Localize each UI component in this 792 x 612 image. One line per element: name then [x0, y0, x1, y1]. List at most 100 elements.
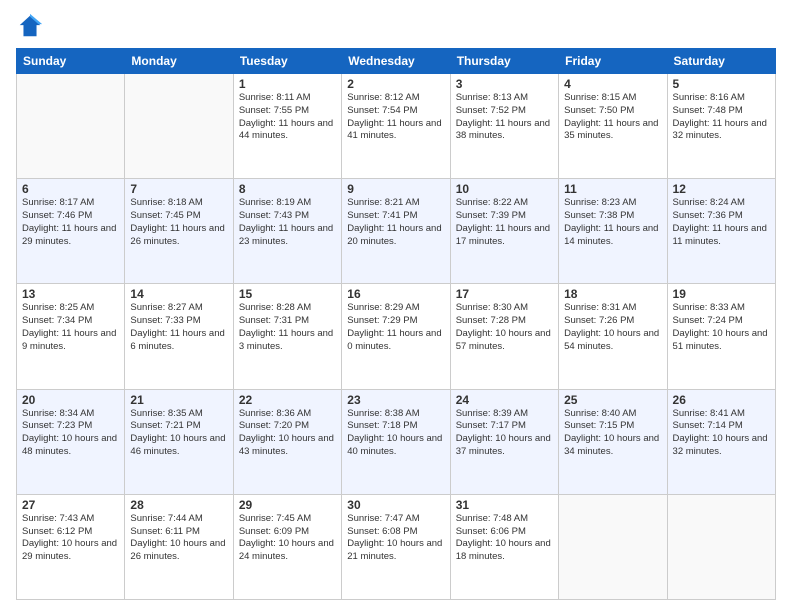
- day-number: 29: [239, 498, 336, 512]
- logo: [16, 12, 48, 40]
- header: [16, 12, 776, 40]
- day-number: 14: [130, 287, 227, 301]
- weekday-header-row: SundayMondayTuesdayWednesdayThursdayFrid…: [17, 49, 776, 74]
- calendar-cell: 10Sunrise: 8:22 AM Sunset: 7:39 PM Dayli…: [450, 179, 558, 284]
- day-number: 12: [673, 182, 770, 196]
- calendar-cell: 13Sunrise: 8:25 AM Sunset: 7:34 PM Dayli…: [17, 284, 125, 389]
- calendar-cell: 1Sunrise: 8:11 AM Sunset: 7:55 PM Daylig…: [233, 74, 341, 179]
- day-number: 3: [456, 77, 553, 91]
- calendar-cell: 3Sunrise: 8:13 AM Sunset: 7:52 PM Daylig…: [450, 74, 558, 179]
- calendar-cell: 8Sunrise: 8:19 AM Sunset: 7:43 PM Daylig…: [233, 179, 341, 284]
- day-info: Sunrise: 8:41 AM Sunset: 7:14 PM Dayligh…: [673, 408, 770, 459]
- calendar-cell: 2Sunrise: 8:12 AM Sunset: 7:54 PM Daylig…: [342, 74, 450, 179]
- day-number: 11: [564, 182, 661, 196]
- calendar-cell: [125, 74, 233, 179]
- day-info: Sunrise: 8:40 AM Sunset: 7:15 PM Dayligh…: [564, 408, 661, 459]
- calendar-cell: 5Sunrise: 8:16 AM Sunset: 7:48 PM Daylig…: [667, 74, 775, 179]
- day-info: Sunrise: 8:11 AM Sunset: 7:55 PM Dayligh…: [239, 92, 336, 143]
- day-info: Sunrise: 8:31 AM Sunset: 7:26 PM Dayligh…: [564, 302, 661, 353]
- calendar-cell: 24Sunrise: 8:39 AM Sunset: 7:17 PM Dayli…: [450, 389, 558, 494]
- day-info: Sunrise: 7:45 AM Sunset: 6:09 PM Dayligh…: [239, 513, 336, 564]
- day-info: Sunrise: 7:48 AM Sunset: 6:06 PM Dayligh…: [456, 513, 553, 564]
- day-info: Sunrise: 8:36 AM Sunset: 7:20 PM Dayligh…: [239, 408, 336, 459]
- calendar-cell: 11Sunrise: 8:23 AM Sunset: 7:38 PM Dayli…: [559, 179, 667, 284]
- calendar-cell: 6Sunrise: 8:17 AM Sunset: 7:46 PM Daylig…: [17, 179, 125, 284]
- day-info: Sunrise: 8:18 AM Sunset: 7:45 PM Dayligh…: [130, 197, 227, 248]
- day-number: 28: [130, 498, 227, 512]
- day-info: Sunrise: 8:17 AM Sunset: 7:46 PM Dayligh…: [22, 197, 119, 248]
- day-number: 15: [239, 287, 336, 301]
- day-info: Sunrise: 8:24 AM Sunset: 7:36 PM Dayligh…: [673, 197, 770, 248]
- calendar-cell: 7Sunrise: 8:18 AM Sunset: 7:45 PM Daylig…: [125, 179, 233, 284]
- calendar-cell: 4Sunrise: 8:15 AM Sunset: 7:50 PM Daylig…: [559, 74, 667, 179]
- weekday-header-wednesday: Wednesday: [342, 49, 450, 74]
- day-number: 6: [22, 182, 119, 196]
- day-info: Sunrise: 8:27 AM Sunset: 7:33 PM Dayligh…: [130, 302, 227, 353]
- day-number: 5: [673, 77, 770, 91]
- calendar-cell: 19Sunrise: 8:33 AM Sunset: 7:24 PM Dayli…: [667, 284, 775, 389]
- day-info: Sunrise: 8:28 AM Sunset: 7:31 PM Dayligh…: [239, 302, 336, 353]
- day-info: Sunrise: 7:43 AM Sunset: 6:12 PM Dayligh…: [22, 513, 119, 564]
- day-info: Sunrise: 8:15 AM Sunset: 7:50 PM Dayligh…: [564, 92, 661, 143]
- calendar-cell: 28Sunrise: 7:44 AM Sunset: 6:11 PM Dayli…: [125, 494, 233, 599]
- day-number: 1: [239, 77, 336, 91]
- day-info: Sunrise: 8:22 AM Sunset: 7:39 PM Dayligh…: [456, 197, 553, 248]
- calendar-cell: 27Sunrise: 7:43 AM Sunset: 6:12 PM Dayli…: [17, 494, 125, 599]
- day-info: Sunrise: 7:47 AM Sunset: 6:08 PM Dayligh…: [347, 513, 444, 564]
- calendar-cell: 25Sunrise: 8:40 AM Sunset: 7:15 PM Dayli…: [559, 389, 667, 494]
- day-number: 7: [130, 182, 227, 196]
- weekday-header-tuesday: Tuesday: [233, 49, 341, 74]
- calendar-cell: [17, 74, 125, 179]
- day-number: 10: [456, 182, 553, 196]
- day-number: 25: [564, 393, 661, 407]
- day-number: 18: [564, 287, 661, 301]
- calendar-cell: 23Sunrise: 8:38 AM Sunset: 7:18 PM Dayli…: [342, 389, 450, 494]
- day-number: 21: [130, 393, 227, 407]
- calendar-cell: 16Sunrise: 8:29 AM Sunset: 7:29 PM Dayli…: [342, 284, 450, 389]
- day-info: Sunrise: 7:44 AM Sunset: 6:11 PM Dayligh…: [130, 513, 227, 564]
- day-number: 31: [456, 498, 553, 512]
- calendar-week-row: 20Sunrise: 8:34 AM Sunset: 7:23 PM Dayli…: [17, 389, 776, 494]
- day-info: Sunrise: 8:33 AM Sunset: 7:24 PM Dayligh…: [673, 302, 770, 353]
- day-info: Sunrise: 8:21 AM Sunset: 7:41 PM Dayligh…: [347, 197, 444, 248]
- calendar-cell: [667, 494, 775, 599]
- day-number: 23: [347, 393, 444, 407]
- day-number: 4: [564, 77, 661, 91]
- day-number: 30: [347, 498, 444, 512]
- calendar-cell: 9Sunrise: 8:21 AM Sunset: 7:41 PM Daylig…: [342, 179, 450, 284]
- calendar-week-row: 6Sunrise: 8:17 AM Sunset: 7:46 PM Daylig…: [17, 179, 776, 284]
- calendar-cell: 26Sunrise: 8:41 AM Sunset: 7:14 PM Dayli…: [667, 389, 775, 494]
- calendar-cell: 15Sunrise: 8:28 AM Sunset: 7:31 PM Dayli…: [233, 284, 341, 389]
- weekday-header-friday: Friday: [559, 49, 667, 74]
- day-info: Sunrise: 8:35 AM Sunset: 7:21 PM Dayligh…: [130, 408, 227, 459]
- day-info: Sunrise: 8:19 AM Sunset: 7:43 PM Dayligh…: [239, 197, 336, 248]
- day-info: Sunrise: 8:38 AM Sunset: 7:18 PM Dayligh…: [347, 408, 444, 459]
- weekday-header-saturday: Saturday: [667, 49, 775, 74]
- calendar-cell: 17Sunrise: 8:30 AM Sunset: 7:28 PM Dayli…: [450, 284, 558, 389]
- day-info: Sunrise: 8:25 AM Sunset: 7:34 PM Dayligh…: [22, 302, 119, 353]
- weekday-header-monday: Monday: [125, 49, 233, 74]
- logo-icon: [16, 12, 44, 40]
- day-number: 27: [22, 498, 119, 512]
- calendar-cell: 31Sunrise: 7:48 AM Sunset: 6:06 PM Dayli…: [450, 494, 558, 599]
- calendar-cell: 21Sunrise: 8:35 AM Sunset: 7:21 PM Dayli…: [125, 389, 233, 494]
- calendar-table: SundayMondayTuesdayWednesdayThursdayFrid…: [16, 48, 776, 600]
- day-number: 9: [347, 182, 444, 196]
- day-info: Sunrise: 8:30 AM Sunset: 7:28 PM Dayligh…: [456, 302, 553, 353]
- day-info: Sunrise: 8:29 AM Sunset: 7:29 PM Dayligh…: [347, 302, 444, 353]
- day-number: 17: [456, 287, 553, 301]
- day-info: Sunrise: 8:13 AM Sunset: 7:52 PM Dayligh…: [456, 92, 553, 143]
- day-number: 8: [239, 182, 336, 196]
- calendar-cell: 12Sunrise: 8:24 AM Sunset: 7:36 PM Dayli…: [667, 179, 775, 284]
- page: SundayMondayTuesdayWednesdayThursdayFrid…: [0, 0, 792, 612]
- calendar-week-row: 27Sunrise: 7:43 AM Sunset: 6:12 PM Dayli…: [17, 494, 776, 599]
- day-number: 24: [456, 393, 553, 407]
- day-number: 20: [22, 393, 119, 407]
- calendar-week-row: 1Sunrise: 8:11 AM Sunset: 7:55 PM Daylig…: [17, 74, 776, 179]
- calendar-week-row: 13Sunrise: 8:25 AM Sunset: 7:34 PM Dayli…: [17, 284, 776, 389]
- calendar-cell: 20Sunrise: 8:34 AM Sunset: 7:23 PM Dayli…: [17, 389, 125, 494]
- weekday-header-sunday: Sunday: [17, 49, 125, 74]
- calendar-cell: 29Sunrise: 7:45 AM Sunset: 6:09 PM Dayli…: [233, 494, 341, 599]
- weekday-header-thursday: Thursday: [450, 49, 558, 74]
- calendar-cell: 14Sunrise: 8:27 AM Sunset: 7:33 PM Dayli…: [125, 284, 233, 389]
